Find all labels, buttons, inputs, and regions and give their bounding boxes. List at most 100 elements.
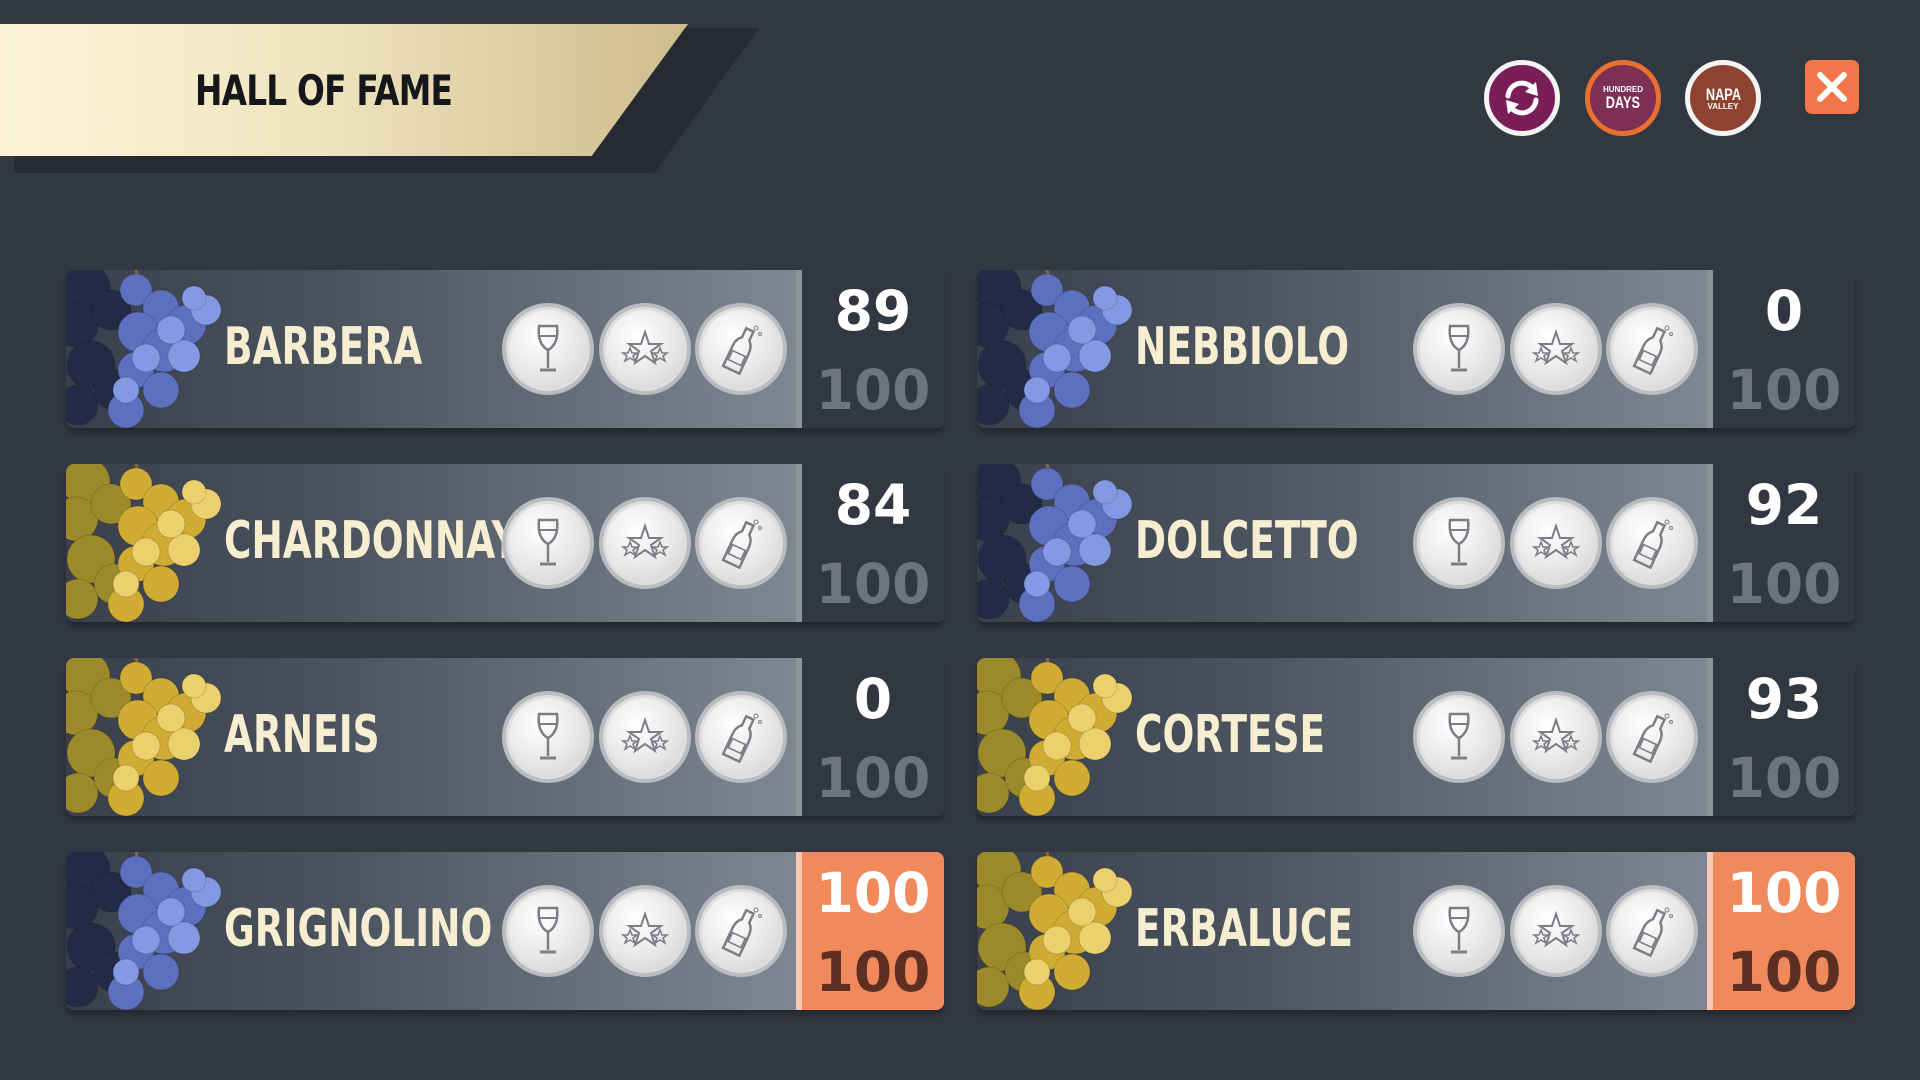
medal-stars xyxy=(603,501,687,585)
wine-name: BARBERA xyxy=(224,317,423,377)
wine-card[interactable]: CHARDONNAY 84 100 xyxy=(66,464,944,622)
wine-card[interactable]: CORTESE 93 100 xyxy=(977,658,1855,816)
hundred-days-button[interactable]: HUNDRED DAYS xyxy=(1585,60,1661,136)
score-max: 100 xyxy=(1726,746,1842,810)
wine-glass-icon xyxy=(519,514,577,572)
score-max: 100 xyxy=(815,358,931,422)
medal-champagne-bottle xyxy=(1610,501,1694,585)
wine-card[interactable]: BARBERA 89 100 xyxy=(66,270,944,428)
stars-icon xyxy=(1527,514,1585,572)
wine-name: GRIGNOLINO xyxy=(224,899,493,959)
refresh-button[interactable] xyxy=(1484,60,1560,136)
score-max: 100 xyxy=(1726,358,1842,422)
medal-wine-glass xyxy=(506,501,590,585)
grape-cluster-icon xyxy=(66,852,222,1010)
score-max: 100 xyxy=(815,746,931,810)
score-box: 89 100 xyxy=(796,270,944,428)
score-box: 93 100 xyxy=(1707,658,1855,816)
wine-glass-icon xyxy=(1430,514,1488,572)
champagne-bottle-icon xyxy=(712,708,770,766)
grape-cluster-icon xyxy=(977,464,1133,622)
wine-card[interactable]: ERBALUCE 100 100 xyxy=(977,852,1855,1010)
score-box: 100 100 xyxy=(1707,852,1855,1010)
wine-card[interactable]: DOLCETTO 92 100 xyxy=(977,464,1855,622)
champagne-bottle-icon xyxy=(712,902,770,960)
stars-icon xyxy=(616,708,674,766)
wine-glass-icon xyxy=(519,320,577,378)
wine-glass-icon xyxy=(1430,320,1488,378)
score-box: 100 100 xyxy=(796,852,944,1010)
medal-champagne-bottle xyxy=(1610,889,1694,973)
medal-wine-glass xyxy=(1417,501,1501,585)
score-value: 89 xyxy=(834,279,912,343)
medal-champagne-bottle xyxy=(1610,695,1694,779)
score-value: 0 xyxy=(853,667,893,731)
medal-stars xyxy=(1514,307,1598,391)
grape-cluster-icon xyxy=(66,464,222,622)
wine-name: NEBBIOLO xyxy=(1135,317,1350,377)
grape-cluster-icon xyxy=(977,270,1133,428)
champagne-bottle-icon xyxy=(1623,320,1681,378)
medal-stars xyxy=(603,889,687,973)
grape-cluster-icon xyxy=(66,658,222,816)
wine-glass-icon xyxy=(1430,902,1488,960)
score-box: 0 100 xyxy=(1707,270,1855,428)
medal-wine-glass xyxy=(1417,695,1501,779)
wine-glass-icon xyxy=(519,902,577,960)
score-box: 92 100 xyxy=(1707,464,1855,622)
close-button[interactable] xyxy=(1805,60,1859,114)
medal-wine-glass xyxy=(1417,307,1501,391)
grape-cluster-icon xyxy=(66,270,222,428)
champagne-bottle-icon xyxy=(712,320,770,378)
medal-champagne-bottle xyxy=(699,889,783,973)
wine-glass-icon xyxy=(519,708,577,766)
score-value: 0 xyxy=(1764,279,1804,343)
wine-name: ERBALUCE xyxy=(1135,899,1353,959)
medal-champagne-bottle xyxy=(699,501,783,585)
wine-name: CORTESE xyxy=(1135,705,1326,765)
wine-name: DOLCETTO xyxy=(1135,511,1359,571)
wine-glass-icon xyxy=(1430,708,1488,766)
score-value: 100 xyxy=(815,861,931,925)
score-max: 100 xyxy=(1726,552,1842,616)
champagne-bottle-icon xyxy=(1623,708,1681,766)
medal-wine-glass xyxy=(506,695,590,779)
champagne-bottle-icon xyxy=(1623,514,1681,572)
wine-card[interactable]: GRIGNOLINO 100 100 xyxy=(66,852,944,1010)
medal-wine-glass xyxy=(506,307,590,391)
stars-icon xyxy=(1527,708,1585,766)
champagne-bottle-icon xyxy=(1623,902,1681,960)
score-max: 100 xyxy=(815,552,931,616)
score-value: 84 xyxy=(834,473,912,537)
wine-name: ARNEIS xyxy=(224,705,380,765)
score-value: 92 xyxy=(1745,473,1823,537)
wine-card[interactable]: ARNEIS 0 100 xyxy=(66,658,944,816)
stars-icon xyxy=(1527,902,1585,960)
medal-champagne-bottle xyxy=(1610,307,1694,391)
refresh-icon xyxy=(1505,80,1539,116)
medal-champagne-bottle xyxy=(699,695,783,779)
napa-valley-button[interactable]: NAPA VALLEY xyxy=(1685,60,1761,136)
champagne-bottle-icon xyxy=(712,514,770,572)
medal-stars xyxy=(603,307,687,391)
grape-cluster-icon xyxy=(977,658,1133,816)
score-box: 84 100 xyxy=(796,464,944,622)
stars-icon xyxy=(616,320,674,378)
score-box: 0 100 xyxy=(796,658,944,816)
wine-name: CHARDONNAY xyxy=(224,511,519,571)
medal-wine-glass xyxy=(1417,889,1501,973)
wine-card[interactable]: NEBBIOLO 0 100 xyxy=(977,270,1855,428)
medal-stars xyxy=(603,695,687,779)
medal-stars xyxy=(1514,501,1598,585)
score-value: 100 xyxy=(1726,861,1842,925)
grape-cluster-icon xyxy=(977,852,1133,1010)
medal-champagne-bottle xyxy=(699,307,783,391)
stars-icon xyxy=(616,514,674,572)
stars-icon xyxy=(1527,320,1585,378)
medal-stars xyxy=(1514,889,1598,973)
score-max: 100 xyxy=(1726,940,1842,1004)
stars-icon xyxy=(616,902,674,960)
napa-valley-logo: NAPA VALLEY xyxy=(1705,84,1741,111)
hundred-days-logo: HUNDRED DAYS xyxy=(1602,84,1643,112)
score-max: 100 xyxy=(815,940,931,1004)
